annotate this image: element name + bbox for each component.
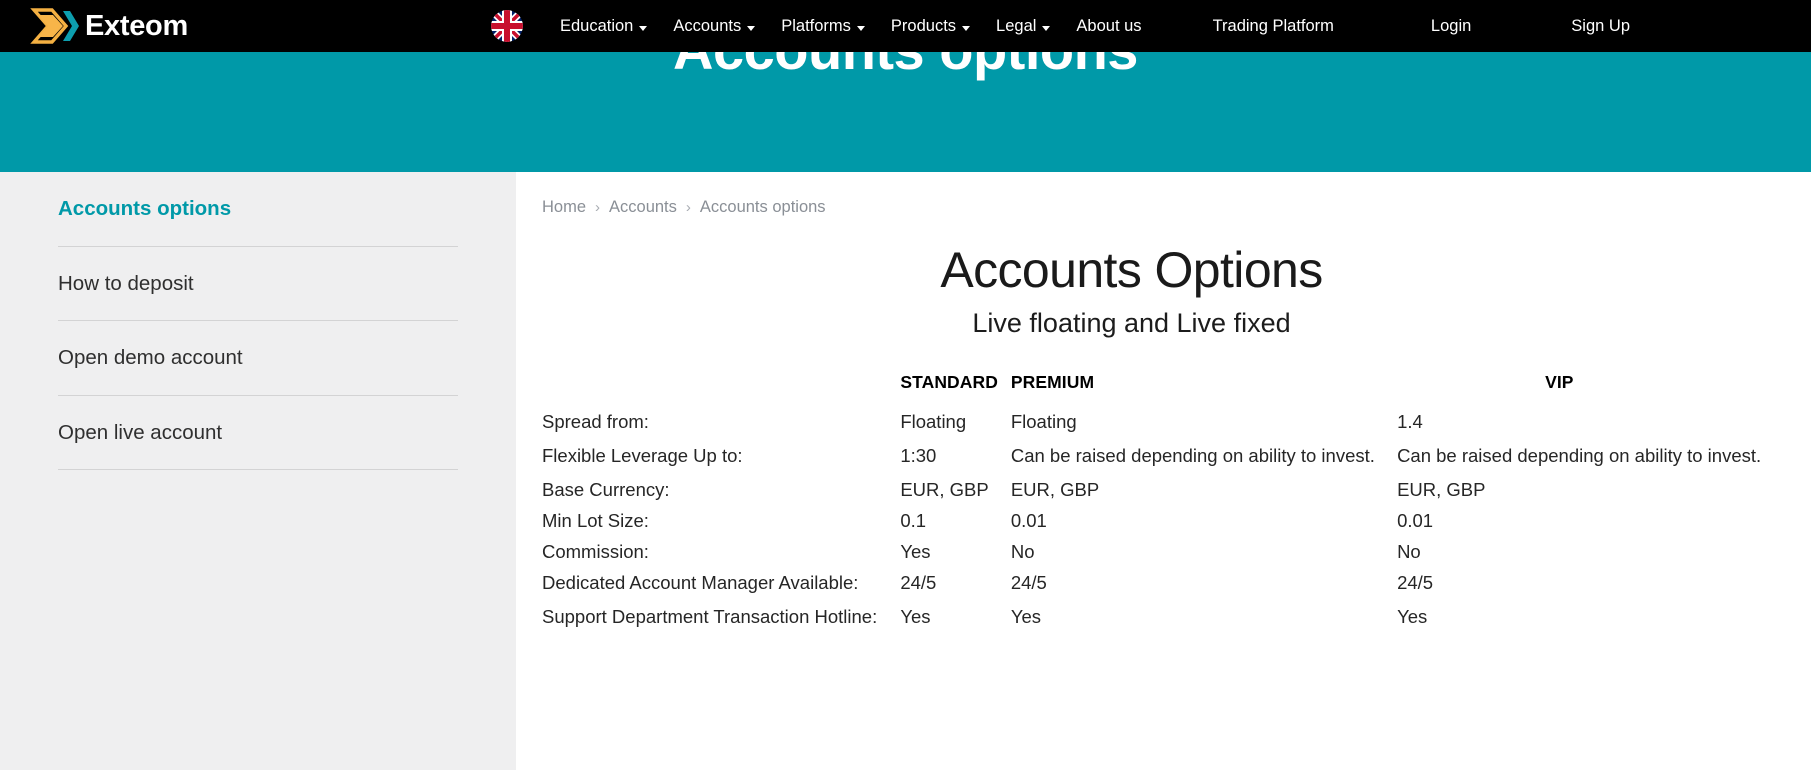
row-label-spread-from: Spread from: bbox=[542, 411, 649, 433]
breadcrumb-item-accounts[interactable]: Accounts bbox=[609, 198, 677, 217]
nav-item-legal[interactable]: Legal bbox=[983, 1, 1063, 52]
sidebar-item-open-live-account[interactable]: Open live account bbox=[58, 396, 458, 471]
nav-item-trading-platform-label: Trading Platform bbox=[1212, 16, 1334, 35]
nav-item-legal-label: Legal bbox=[996, 16, 1037, 35]
row-label-min-lot-size: Min Lot Size: bbox=[542, 509, 649, 531]
page-subtitle: Live floating and Live fixed bbox=[972, 308, 1291, 338]
comparison-table: STANDARD PREMIUM VIP Spread from: Floati… bbox=[542, 369, 1781, 635]
table-row: Spread from: Floating Floating 1.4 bbox=[542, 407, 1781, 438]
breadcrumb-separator-icon: › bbox=[685, 199, 691, 216]
exteom-double-chevron-logo-icon bbox=[30, 8, 79, 44]
cell-vip-spread-from: 1.4 bbox=[1397, 411, 1423, 433]
row-label-base-currency: Base Currency: bbox=[542, 478, 670, 500]
sidebar-item-how-to-deposit[interactable]: How to deposit bbox=[58, 247, 458, 322]
page-root: Accounts options Exteom bbox=[0, 0, 1811, 770]
sidebar-item-open-demo-account[interactable]: Open demo account bbox=[58, 321, 458, 396]
cell-standard-dedicated-account-manager: 24/5 bbox=[900, 571, 937, 593]
cell-vip-flexible-leverage: Can be raised depending on ability to in… bbox=[1397, 444, 1762, 466]
chevron-down-icon bbox=[962, 25, 971, 31]
content-area: Accounts options How to deposit Open dem… bbox=[0, 172, 1811, 770]
cell-vip-commission: No bbox=[1397, 540, 1421, 562]
cell-standard-spread-from: Floating bbox=[900, 411, 967, 433]
table-row: Commission: Yes No No bbox=[542, 537, 1781, 568]
column-header-feature bbox=[542, 369, 900, 407]
page-title: Accounts Options bbox=[940, 242, 1323, 298]
row-label-flexible-leverage: Flexible Leverage Up to: bbox=[542, 444, 743, 466]
cell-premium-min-lot-size: 0.01 bbox=[1010, 509, 1047, 531]
nav-item-about-us-label: About us bbox=[1076, 16, 1142, 35]
column-header-vip: VIP bbox=[1545, 372, 1574, 393]
chevron-down-icon bbox=[856, 25, 865, 31]
main-content: Home › Accounts › Accounts options Accou… bbox=[516, 172, 1811, 770]
nav-item-products-label: Products bbox=[890, 16, 957, 35]
primary-navigation: Education Accounts Platforms Products Le… bbox=[490, 1, 1676, 52]
cell-vip-dedicated-account-manager: 24/5 bbox=[1397, 571, 1434, 593]
column-header-standard: STANDARD bbox=[900, 372, 999, 393]
table-header-row: STANDARD PREMIUM VIP bbox=[542, 369, 1781, 407]
chevron-down-icon bbox=[639, 25, 648, 31]
nav-item-trading-platform[interactable]: Trading Platform bbox=[1200, 1, 1347, 52]
cell-vip-min-lot-size: 0.01 bbox=[1397, 509, 1434, 531]
cell-standard-commission: Yes bbox=[900, 540, 931, 562]
cell-standard-base-currency: EUR, GBP bbox=[900, 478, 989, 500]
sidebar-item-accounts-options[interactable]: Accounts options bbox=[58, 172, 458, 247]
login-label: Login bbox=[1430, 16, 1472, 35]
table-header: STANDARD PREMIUM VIP bbox=[542, 369, 1781, 407]
brand-logo-link[interactable]: Exteom bbox=[26, 8, 188, 44]
sidebar-item-how-to-deposit-label: How to deposit bbox=[58, 271, 194, 295]
breadcrumb: Home › Accounts › Accounts options bbox=[542, 172, 1811, 217]
account-types-comparison: STANDARD PREMIUM VIP Spread from: Floati… bbox=[542, 369, 1811, 635]
table-row: Min Lot Size: 0.1 0.01 0.01 bbox=[542, 506, 1781, 537]
brand-name: Exteom bbox=[85, 9, 188, 42]
cell-premium-dedicated-account-manager: 24/5 bbox=[1010, 571, 1047, 593]
side-navigation: Accounts options How to deposit Open dem… bbox=[0, 172, 516, 770]
table-row: Base Currency: EUR, GBP EUR, GBP EUR, GB… bbox=[542, 475, 1781, 506]
table-row: Flexible Leverage Up to: 1:30 Can be rai… bbox=[542, 438, 1781, 475]
cell-vip-support-hotline: Yes bbox=[1397, 605, 1428, 627]
row-label-dedicated-account-manager: Dedicated Account Manager Available: bbox=[542, 571, 859, 593]
nav-item-platforms[interactable]: Platforms bbox=[768, 1, 878, 52]
table-row: Support Department Transaction Hotline: … bbox=[542, 599, 1781, 636]
cell-premium-flexible-leverage: Can be raised depending on ability to in… bbox=[1010, 444, 1375, 466]
nav-item-education-label: Education bbox=[559, 16, 634, 35]
column-header-premium: PREMIUM bbox=[1010, 372, 1095, 393]
nav-item-education[interactable]: Education bbox=[547, 1, 660, 52]
table-row: Dedicated Account Manager Available: 24/… bbox=[542, 568, 1781, 599]
sidebar-item-accounts-options-label: Accounts options bbox=[58, 197, 232, 220]
nav-item-accounts-label: Accounts bbox=[673, 16, 742, 35]
uk-flag-circle-icon[interactable] bbox=[490, 10, 523, 42]
breadcrumb-item-home[interactable]: Home bbox=[542, 198, 586, 217]
table-body: Spread from: Floating Floating 1.4 Flexi… bbox=[542, 407, 1781, 636]
row-label-commission: Commission: bbox=[542, 540, 649, 562]
signup-label: Sign Up bbox=[1571, 16, 1630, 35]
sidebar-item-open-demo-account-label: Open demo account bbox=[58, 346, 243, 370]
chevron-down-icon bbox=[1042, 25, 1051, 31]
cell-premium-base-currency: EUR, GBP bbox=[1010, 478, 1100, 500]
nav-item-platforms-label: Platforms bbox=[781, 16, 851, 35]
signup-button[interactable]: Sign Up bbox=[1535, 1, 1676, 52]
cell-premium-commission: No bbox=[1010, 540, 1035, 562]
sidebar-item-open-live-account-label: Open live account bbox=[58, 420, 223, 444]
cell-vip-base-currency: EUR, GBP bbox=[1397, 478, 1486, 500]
login-button[interactable]: Login bbox=[1395, 1, 1507, 52]
breadcrumb-separator-icon: › bbox=[595, 199, 601, 216]
cell-standard-min-lot-size: 0.1 bbox=[900, 509, 927, 531]
auth-actions: Login Sign Up bbox=[1395, 1, 1676, 52]
nav-item-products[interactable]: Products bbox=[878, 1, 983, 52]
page-heading-block: Accounts Options Live floating and Live … bbox=[542, 243, 1811, 339]
top-navigation-bar: Exteom Education Accounts Platforms Prod… bbox=[0, 0, 1811, 52]
cell-standard-flexible-leverage: 1:30 bbox=[900, 444, 937, 466]
row-label-support-hotline: Support Department Transaction Hotline: bbox=[542, 605, 878, 627]
cell-premium-spread-from: Floating bbox=[1010, 411, 1077, 433]
breadcrumb-item-accounts-options[interactable]: Accounts options bbox=[700, 198, 826, 217]
cell-premium-support-hotline: Yes bbox=[1010, 605, 1042, 627]
nav-item-about-us[interactable]: About us bbox=[1063, 1, 1154, 52]
nav-item-accounts[interactable]: Accounts bbox=[660, 1, 768, 52]
cell-standard-support-hotline: Yes bbox=[900, 605, 931, 627]
chevron-down-icon bbox=[747, 25, 756, 31]
